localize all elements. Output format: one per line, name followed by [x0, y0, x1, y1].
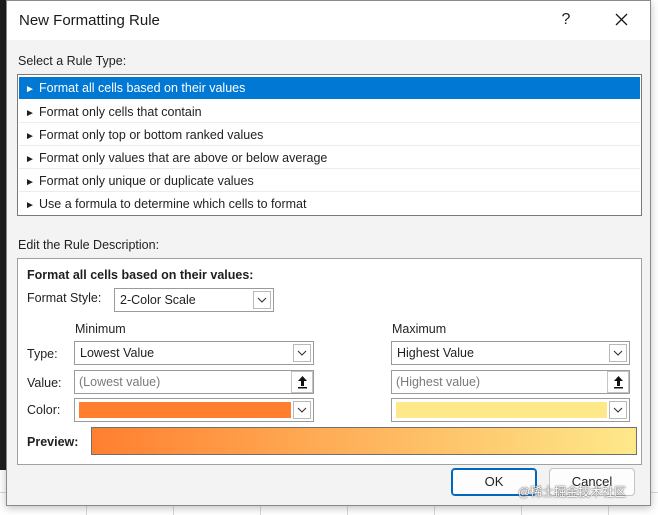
rule-arrow-icon: ► — [25, 200, 35, 211]
select-rule-type-label: Select a Rule Type: — [18, 54, 127, 68]
maximum-range-select-button[interactable] — [607, 371, 629, 393]
rule-type-label: Format only cells that contain — [39, 105, 202, 119]
range-select-icon — [614, 376, 623, 389]
format-style-dropdown[interactable]: 2-Color Scale — [114, 288, 274, 312]
maximum-type-value: Highest Value — [397, 346, 474, 360]
chevron-down-icon — [293, 344, 311, 362]
minimum-value-input[interactable]: (Lowest value) — [74, 370, 314, 394]
chevron-down-icon — [293, 401, 311, 419]
rule-type-label: Format only unique or duplicate values — [39, 174, 254, 188]
format-style-value: 2-Color Scale — [120, 293, 196, 307]
minimum-color-picker[interactable] — [74, 398, 314, 422]
rule-arrow-icon: ► — [25, 108, 35, 119]
edit-rule-description-label: Edit the Rule Description: — [18, 238, 160, 252]
rule-type-item[interactable]: ► Use a formula to determine which cells … — [19, 193, 640, 215]
minimum-type-value: Lowest Value — [80, 346, 155, 360]
color-scale-preview — [91, 427, 637, 455]
rule-description-panel: Format all cells based on their values: … — [17, 258, 642, 465]
rule-type-item[interactable]: ► Format all cells based on their values — [19, 77, 640, 99]
minimum-type-dropdown[interactable]: Lowest Value — [74, 341, 314, 365]
help-button[interactable]: ? — [553, 6, 579, 34]
description-heading: Format all cells based on their values: — [27, 268, 254, 282]
chevron-down-icon — [609, 401, 627, 419]
rule-type-label: Format only values that are above or bel… — [39, 151, 328, 165]
maximum-color-picker[interactable] — [391, 398, 630, 422]
color-label: Color: — [27, 403, 61, 417]
rule-arrow-icon: ► — [25, 84, 35, 95]
rule-arrow-icon: ► — [25, 154, 35, 165]
maximum-value-input[interactable]: (Highest value) — [391, 370, 630, 394]
value-label: Value: — [27, 376, 62, 390]
close-icon — [615, 13, 627, 26]
rule-type-label: Format only top or bottom ranked values — [39, 128, 264, 142]
watermark-text: @稀土掘金技术社区 — [518, 485, 627, 499]
rule-type-item[interactable]: ► Format only unique or duplicate values — [19, 170, 640, 192]
type-label: Type: — [27, 347, 58, 361]
rule-arrow-icon: ► — [25, 131, 35, 142]
maximum-value-placeholder: (Highest value) — [396, 375, 481, 389]
minimum-color-swatch — [79, 402, 291, 418]
chevron-down-icon — [253, 291, 271, 309]
title-bar: New Formatting Rule ? — [7, 1, 650, 40]
maximum-color-swatch — [396, 402, 607, 418]
maximum-header: Maximum — [392, 322, 447, 336]
rule-type-item[interactable]: ► Format only cells that contain — [19, 101, 640, 123]
chevron-down-icon — [609, 344, 627, 362]
maximum-type-dropdown[interactable]: Highest Value — [391, 341, 630, 365]
range-select-icon — [298, 376, 307, 389]
format-style-label: Format Style: — [27, 291, 102, 305]
rule-type-list[interactable]: ► Format all cells based on their values … — [17, 74, 642, 216]
rule-arrow-icon: ► — [25, 177, 35, 188]
preview-label: Preview: — [27, 435, 79, 449]
rule-type-label: Use a formula to determine which cells t… — [39, 197, 307, 211]
rule-type-item[interactable]: ► Format only values that are above or be… — [19, 147, 640, 169]
dialog-title: New Formatting Rule — [19, 12, 160, 29]
rule-type-label: Format all cells based on their values — [39, 81, 246, 95]
close-button[interactable] — [607, 6, 635, 34]
minimum-header: Minimum — [75, 322, 126, 336]
new-formatting-rule-dialog: New Formatting Rule ? Select a Rule Type… — [6, 0, 651, 506]
minimum-value-placeholder: (Lowest value) — [79, 375, 161, 389]
rule-type-item[interactable]: ► Format only top or bottom ranked values — [19, 124, 640, 146]
minimum-range-select-button[interactable] — [291, 371, 313, 393]
